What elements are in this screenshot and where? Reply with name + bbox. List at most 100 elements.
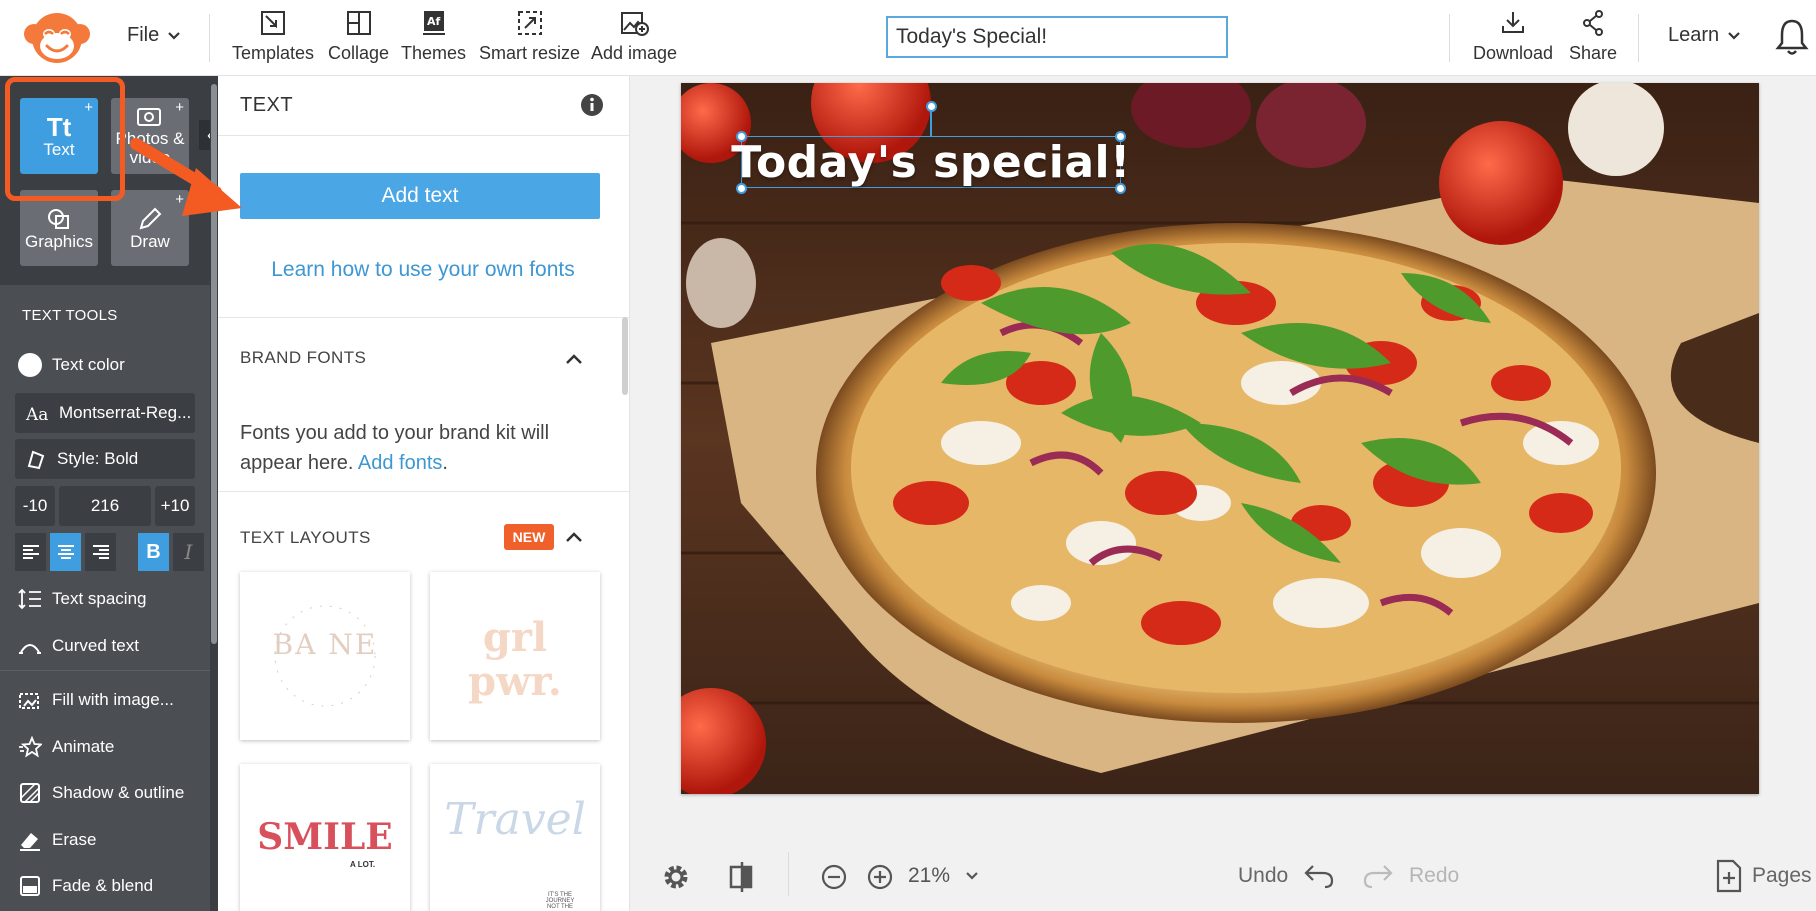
graphics-icon bbox=[48, 208, 69, 229]
pages-button[interactable]: Pages bbox=[1752, 864, 1812, 888]
learn-menu-label: Learn bbox=[1668, 24, 1720, 46]
picmonkey-logo-icon[interactable] bbox=[20, 8, 94, 68]
settings-gear-icon[interactable] bbox=[660, 861, 692, 893]
resize-handle-bl[interactable] bbox=[736, 183, 747, 194]
chevron-up-icon[interactable] bbox=[564, 530, 584, 544]
layout-card-lifestyle-blogger[interactable]: BA NE bbox=[240, 572, 410, 740]
undo-arrow-icon[interactable] bbox=[1303, 862, 1335, 890]
resize-handle-tr[interactable] bbox=[1115, 131, 1126, 142]
redo-arrow-icon[interactable] bbox=[1362, 862, 1394, 890]
add-text-button[interactable]: Add text bbox=[240, 173, 600, 219]
resize-handle-tl[interactable] bbox=[736, 131, 747, 142]
undo-button[interactable]: Undo bbox=[1238, 864, 1288, 888]
pencil-icon bbox=[139, 207, 162, 229]
pages-icon[interactable] bbox=[1716, 859, 1742, 893]
smart-resize-label: Smart resize bbox=[479, 43, 581, 63]
top-toolbar: File Templates Collage Af Themes Smart r… bbox=[0, 0, 1816, 76]
font-name: Montserrat-Reg... bbox=[59, 403, 192, 422]
share-icon bbox=[1583, 10, 1604, 36]
layout-preview-text: Travel bbox=[444, 794, 586, 845]
layout-card-grl-pwr[interactable]: grl pwr. bbox=[430, 572, 600, 740]
text-spacing-icon bbox=[18, 588, 41, 610]
font-select[interactable]: Aa Montserrat-Reg... bbox=[15, 393, 195, 433]
add-fonts-link[interactable]: Add fonts bbox=[358, 452, 443, 474]
themes-button[interactable]: Af Themes bbox=[401, 8, 466, 64]
erase-button[interactable]: Erase bbox=[18, 828, 96, 852]
bold-button[interactable]: B bbox=[138, 533, 169, 571]
text-spacing-button[interactable]: Text spacing bbox=[18, 587, 147, 611]
svg-text:Af: Af bbox=[427, 15, 441, 28]
resize-handle-br[interactable] bbox=[1115, 183, 1126, 194]
learn-menu[interactable]: Learn bbox=[1668, 24, 1741, 47]
learn-fonts-link[interactable]: Learn how to use your own fonts bbox=[218, 258, 628, 282]
text-color-button[interactable]: Text color bbox=[18, 353, 125, 377]
panel-divider bbox=[218, 491, 629, 492]
shadow-outline-icon bbox=[20, 783, 40, 803]
panel-scrollbar[interactable] bbox=[622, 317, 628, 395]
layout-card-travel[interactable]: Travel IT'S THE JOURNEY NOT THE bbox=[430, 764, 600, 911]
fill-with-image-button[interactable]: Fill with image... bbox=[18, 688, 174, 712]
smart-resize-button[interactable]: Smart resize bbox=[479, 8, 580, 64]
project-title-input[interactable] bbox=[886, 16, 1228, 58]
shadow-outline-button[interactable]: Shadow & outline bbox=[18, 781, 184, 805]
share-button[interactable]: Share bbox=[1569, 8, 1617, 64]
selected-text-element[interactable]: Today's special! bbox=[731, 136, 1130, 188]
add-image-button[interactable]: Add image bbox=[591, 8, 677, 64]
info-icon[interactable] bbox=[580, 93, 604, 117]
curved-text-icon bbox=[19, 644, 41, 654]
collage-label: Collage bbox=[328, 43, 390, 63]
animate-button[interactable]: Animate bbox=[18, 735, 114, 759]
canvas-text[interactable]: Today's special! bbox=[731, 137, 1130, 188]
fill-image-icon bbox=[19, 693, 39, 709]
smart-resize-icon bbox=[517, 11, 542, 35]
download-label: Download bbox=[1473, 43, 1554, 63]
brand-fonts-header[interactable]: BRAND FONTS bbox=[240, 348, 366, 368]
file-menu[interactable]: File bbox=[127, 24, 181, 47]
align-left-button[interactable] bbox=[15, 533, 46, 571]
decrease-size-button[interactable]: -10 bbox=[15, 486, 55, 526]
curved-text-button[interactable]: Curved text bbox=[18, 634, 139, 658]
text-layouts-header[interactable]: TEXT LAYOUTS bbox=[240, 528, 371, 548]
toolbar-divider bbox=[1638, 14, 1639, 62]
zoom-level[interactable]: 21% bbox=[908, 864, 950, 888]
increase-size-button[interactable]: +10 bbox=[155, 486, 195, 526]
new-badge: NEW bbox=[504, 524, 554, 550]
layout-card-smile[interactable]: SMILE A LOT. bbox=[240, 764, 410, 911]
category-photos-video-button[interactable]: + Photos & video bbox=[111, 98, 189, 174]
templates-button[interactable]: Templates bbox=[232, 8, 314, 64]
font-size-value[interactable]: 216 bbox=[59, 486, 151, 526]
alignment-row: B I bbox=[15, 533, 204, 571]
align-center-button[interactable] bbox=[50, 533, 81, 571]
chevron-down-icon[interactable] bbox=[965, 871, 979, 881]
text-panel: TEXT Add text Learn how to use your own … bbox=[218, 76, 630, 911]
category-draw-button[interactable]: + Draw bbox=[111, 190, 189, 266]
redo-button[interactable]: Redo bbox=[1409, 864, 1459, 888]
download-button[interactable]: Download bbox=[1473, 8, 1553, 64]
sidebar-scrollbar[interactable] bbox=[210, 76, 218, 911]
pizza-photo bbox=[681, 83, 1759, 794]
zoom-in-icon[interactable] bbox=[867, 864, 893, 890]
animate-icon bbox=[19, 735, 42, 758]
category-graphics-button[interactable]: Graphics bbox=[20, 190, 98, 266]
text-spacing-label: Text spacing bbox=[52, 589, 147, 608]
category-text-button[interactable]: + Tt Text bbox=[20, 98, 98, 174]
chevron-up-icon[interactable] bbox=[564, 352, 584, 366]
collage-button[interactable]: Collage bbox=[328, 8, 389, 64]
scrollbar-thumb[interactable] bbox=[211, 84, 217, 644]
fade-blend-icon bbox=[20, 876, 40, 896]
zoom-out-icon[interactable] bbox=[821, 864, 847, 890]
brand-desc-suffix: . bbox=[442, 452, 448, 474]
design-canvas[interactable] bbox=[681, 83, 1759, 794]
notification-bell-icon[interactable] bbox=[1774, 17, 1810, 57]
align-right-button[interactable] bbox=[85, 533, 116, 571]
rotate-handle[interactable] bbox=[926, 101, 937, 112]
crop-panel-icon[interactable] bbox=[728, 860, 756, 894]
italic-button[interactable]: I bbox=[173, 533, 204, 571]
font-style-select[interactable]: Style: Bold bbox=[15, 439, 195, 479]
category-graphics-label: Graphics bbox=[24, 231, 94, 251]
align-center-icon bbox=[57, 545, 74, 559]
fade-blend-button[interactable]: Fade & blend bbox=[18, 874, 153, 898]
plus-icon: + bbox=[84, 99, 93, 116]
templates-icon bbox=[261, 11, 286, 35]
